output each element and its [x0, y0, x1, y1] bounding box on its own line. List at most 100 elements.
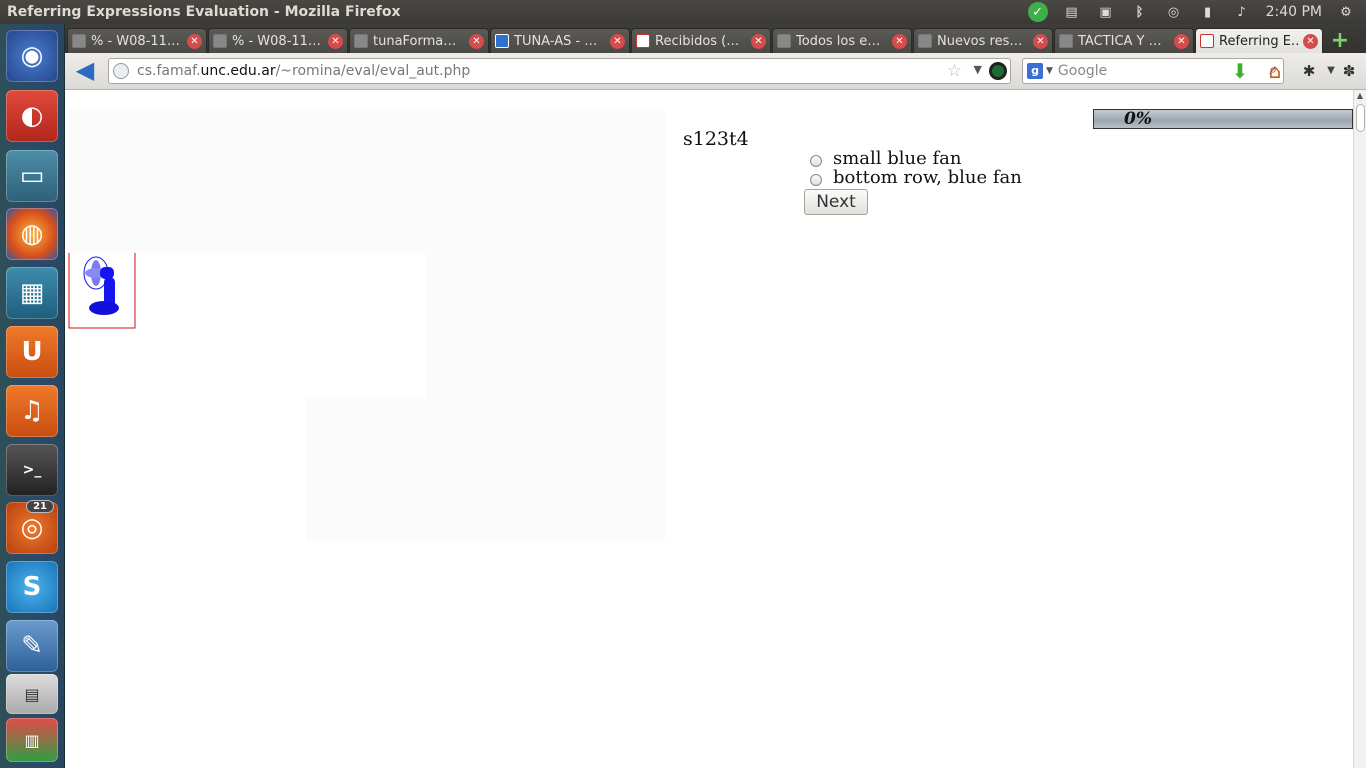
- power-gear-icon[interactable]: ⚙: [1336, 3, 1356, 21]
- close-tab-icon[interactable]: ✕: [1303, 33, 1318, 49]
- scroll-up-arrow-icon[interactable]: ▲: [1354, 90, 1366, 102]
- tab[interactable]: tunaForma… ✕: [349, 28, 489, 53]
- writer-icon[interactable]: ✎: [6, 620, 58, 672]
- libreoffice-icon[interactable]: ▦: [6, 267, 58, 319]
- tab-label: tunaForma…: [373, 33, 457, 49]
- tab-label: TUNA-AS - …: [514, 33, 598, 49]
- impress-icon[interactable]: ▤: [6, 674, 58, 714]
- document-favicon-icon: [495, 34, 509, 48]
- battery-icon[interactable]: ▮: [1198, 3, 1218, 21]
- url-path: /~romina/eval/eval_aut.php: [275, 63, 471, 79]
- google-engine-icon[interactable]: g: [1027, 63, 1043, 79]
- dvd-player-icon[interactable]: ◐: [6, 90, 58, 142]
- reload-go-icon[interactable]: [989, 62, 1007, 80]
- printer-icon[interactable]: ▤: [1062, 3, 1082, 21]
- files-icon[interactable]: ▭: [6, 150, 58, 202]
- tab-label: Todos los e…: [796, 33, 881, 49]
- update-ok-icon[interactable]: ✓: [1027, 2, 1048, 22]
- tab-label: Recibidos (…: [655, 33, 740, 49]
- tab-bar: % - W08-11… ✕ % - W08-11… ✕ tunaForma… ✕ TU…: [65, 24, 1366, 53]
- scrollbar-thumb[interactable]: [1356, 104, 1365, 132]
- progress-text: 0%: [1124, 109, 1152, 129]
- page-favicon-icon: [777, 34, 791, 48]
- page-favicon-icon: [1059, 34, 1073, 48]
- tab[interactable]: Todos los e… ✕: [772, 28, 912, 53]
- tab-label: % - W08-11…: [91, 33, 180, 49]
- dash-icon[interactable]: ◉: [6, 30, 58, 82]
- ubuntu-one-music-icon[interactable]: ♫: [6, 385, 58, 437]
- downloads-icon[interactable]: ⬇: [1228, 59, 1252, 83]
- scene-grid: [68, 109, 665, 541]
- engine-dropdown-icon[interactable]: ▼: [1046, 66, 1053, 76]
- progress-bar: 0%: [1093, 109, 1353, 129]
- window-titlebar: Referring Expressions Evaluation - Mozil…: [0, 0, 1366, 24]
- target-small-blue-fan[interactable]: [68, 247, 138, 329]
- radio-bottom-row-blue-fan[interactable]: [810, 173, 822, 186]
- url-domain: unc.edu.ar: [200, 63, 276, 79]
- terminal-icon[interactable]: >_: [6, 444, 58, 496]
- vertical-scrollbar[interactable]: ▲: [1353, 90, 1366, 768]
- close-tab-icon[interactable]: ✕: [610, 33, 625, 49]
- close-tab-icon[interactable]: ✕: [1033, 33, 1048, 49]
- network-icon[interactable]: ◎: [1164, 3, 1184, 21]
- clipboard-icon[interactable]: ▣: [1096, 3, 1116, 21]
- tab[interactable]: Nuevos res… ✕: [913, 28, 1053, 53]
- radio-small-blue-fan[interactable]: [810, 154, 822, 167]
- clock[interactable]: 2:40 PM: [1266, 4, 1322, 20]
- addon-bug-icon[interactable]: ✱: [1297, 59, 1321, 83]
- search-placeholder: Google: [1057, 63, 1108, 79]
- volume-icon[interactable]: ♪: [1232, 3, 1252, 21]
- tab-label: Nuevos res…: [937, 33, 1023, 49]
- scene-row-top: [68, 109, 665, 253]
- url-bar[interactable]: cs.famaf. unc.edu.ar/~romina/eval/eval_au…: [108, 58, 1011, 84]
- skype-icon[interactable]: S: [6, 561, 58, 613]
- page-content: s123t4 small blue fan bottom row, blue f…: [65, 90, 1353, 768]
- tab-label: % - W08-11…: [232, 33, 321, 49]
- system-tray: ✓ ▤ ▣ ᛒ ◎ ▮ ♪ 2:40 PM ⚙: [1027, 2, 1366, 22]
- option-bottom-row-blue-fan[interactable]: bottom row, blue fan: [810, 167, 1022, 188]
- back-arrow-icon[interactable]: ◀: [73, 58, 97, 83]
- window-title: Referring Expressions Evaluation - Mozil…: [7, 4, 401, 20]
- tab[interactable]: % - W08-11… ✕: [67, 28, 207, 53]
- ubuntu-one-icon[interactable]: U: [6, 326, 58, 378]
- tab-active[interactable]: Referring E… ✕: [1195, 28, 1323, 53]
- scene-row-middle: [426, 253, 665, 397]
- history-dropdown-icon[interactable]: ▼: [974, 63, 982, 76]
- page-favicon-icon: [918, 34, 932, 48]
- tab[interactable]: TUNA-AS - … ✕: [490, 28, 630, 53]
- close-tab-icon[interactable]: ✕: [328, 33, 343, 49]
- updates-count-badge: 21: [26, 500, 54, 513]
- new-tab-icon[interactable]: +: [1328, 28, 1352, 53]
- page-favicon-icon: [72, 34, 86, 48]
- item-identifier: s123t4: [683, 128, 749, 150]
- launcher: ◉ ◐ ▭ ◍ ▦ U ♫ >_ ◎ 21 S ✎ ▤ ▥: [0, 24, 65, 768]
- close-tab-icon[interactable]: ✕: [1174, 33, 1189, 49]
- software-updater-icon[interactable]: ◎ 21: [6, 500, 58, 554]
- site-identity-icon[interactable]: [113, 63, 129, 79]
- close-tab-icon[interactable]: ✕: [892, 33, 907, 49]
- trash-icon[interactable]: ▥: [6, 718, 58, 762]
- tab-label: TÁCTICA Y …: [1078, 33, 1162, 49]
- option-small-blue-fan[interactable]: small blue fan: [810, 148, 962, 169]
- close-tab-icon[interactable]: ✕: [751, 33, 766, 49]
- page-favicon-icon: [1200, 34, 1214, 48]
- url-prefix: cs.famaf.: [137, 63, 201, 79]
- tab[interactable]: TÁCTICA Y … ✕: [1054, 28, 1194, 53]
- tab[interactable]: % - W08-11… ✕: [208, 28, 348, 53]
- tab[interactable]: Recibidos (… ✕: [631, 28, 771, 53]
- page-favicon-icon: [213, 34, 227, 48]
- next-button[interactable]: Next: [804, 189, 868, 215]
- option-label: small blue fan: [833, 148, 962, 169]
- firefox-icon[interactable]: ◍: [6, 208, 58, 260]
- close-tab-icon[interactable]: ✕: [469, 33, 484, 49]
- home-icon[interactable]: ⌂: [1263, 59, 1287, 83]
- addon-menu-icon[interactable]: ✽: [1337, 59, 1361, 83]
- bookmark-star-icon[interactable]: ☆: [947, 61, 962, 81]
- tab-label: Referring E…: [1219, 33, 1298, 49]
- page-favicon-icon: [354, 34, 368, 48]
- navigation-bar: ◀ cs.famaf. unc.edu.ar/~romina/eval/eval_…: [65, 53, 1366, 90]
- gmail-favicon-icon: [636, 34, 650, 48]
- bluetooth-icon[interactable]: ᛒ: [1130, 3, 1150, 21]
- scene-row-bottom: [306, 397, 665, 541]
- close-tab-icon[interactable]: ✕: [187, 33, 202, 49]
